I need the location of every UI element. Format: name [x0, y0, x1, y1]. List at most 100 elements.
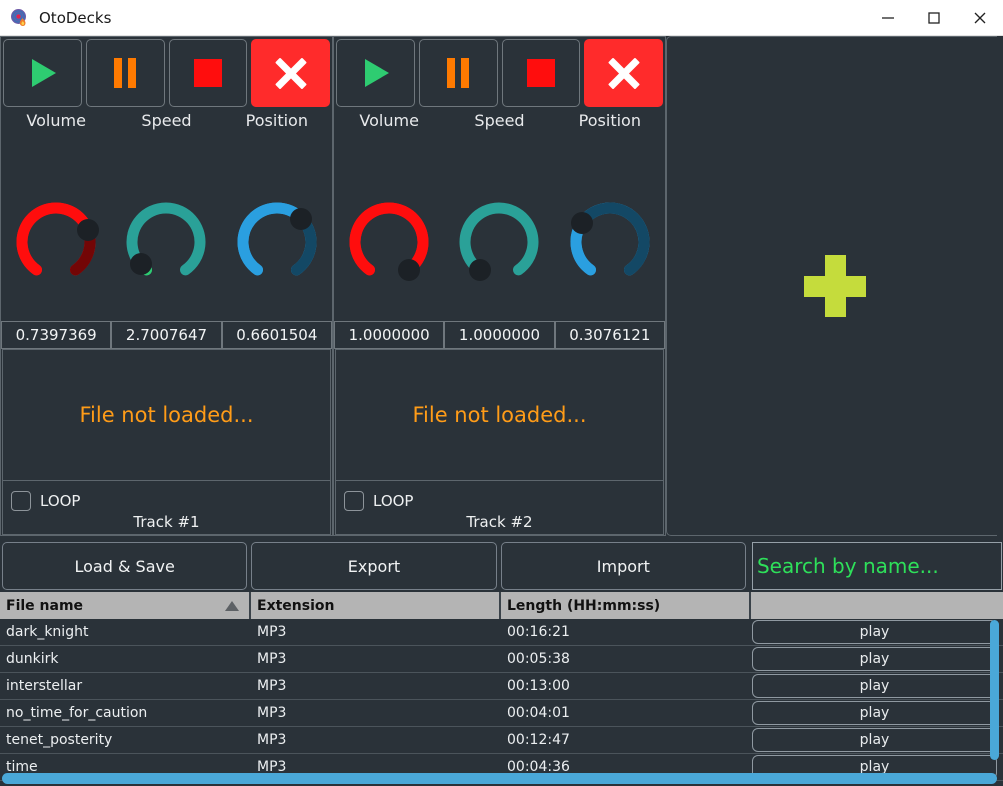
cell-file-name: interstellar	[6, 678, 83, 694]
table-header-row: File name Extension Length (HH:mm:ss)	[0, 592, 1003, 619]
deck-1-transport	[1, 37, 332, 109]
deck-2-stop-button[interactable]	[501, 39, 581, 107]
cell-extension: MP3	[257, 732, 287, 748]
maximize-button[interactable]	[911, 0, 957, 36]
deck-1-play-button[interactable]	[3, 39, 82, 107]
close-x-icon	[607, 56, 641, 90]
deck-2-play-button[interactable]	[336, 39, 415, 107]
import-button[interactable]: Import	[500, 542, 746, 590]
deck-1-loop-toggle[interactable]: LOOP	[11, 491, 80, 511]
cell-length: 00:16:21	[507, 624, 570, 640]
knob-handle[interactable]	[77, 219, 99, 242]
cell-action: play	[751, 619, 1003, 645]
row-play-button[interactable]: play	[752, 647, 997, 671]
deck-1-volume-value[interactable]: 0.7397369	[1, 321, 112, 349]
main-content: Volume Speed Position 0.7397369 2.700764…	[0, 36, 1003, 786]
library-table: File name Extension Length (HH:mm:ss) da…	[0, 592, 1003, 786]
vinyl-record-flame-icon	[10, 8, 30, 28]
table-row[interactable]: interstellar MP3 00:13:00 play	[0, 673, 1003, 700]
deck-2-speed-knob[interactable]	[454, 197, 544, 287]
knob-handle[interactable]	[570, 211, 593, 234]
deck-2-volume-value[interactable]: 1.0000000	[334, 321, 445, 349]
play-icon	[32, 59, 57, 87]
cell-extension: MP3	[257, 624, 287, 640]
knob-handle[interactable]	[468, 258, 491, 281]
search-input[interactable]	[752, 554, 1001, 578]
deck-1-knob-labels: Volume Speed Position	[1, 111, 332, 130]
sort-ascending-icon	[225, 600, 239, 611]
table-vertical-scrollbar[interactable]	[990, 620, 999, 760]
deck-1-position-value[interactable]: 0.6601504	[221, 321, 332, 349]
deck-1-waveform[interactable]: File not loaded...	[2, 349, 331, 481]
deck-2-loop-bar: LOOP Track #2	[335, 481, 664, 535]
deck-1-values: 0.7397369 2.7007647 0.6601504	[1, 321, 332, 349]
deck-1-volume-knob[interactable]	[11, 197, 101, 287]
column-header-length-label: Length (HH:mm:ss)	[507, 597, 661, 614]
cell-extension: MP3	[257, 705, 287, 721]
deck-1-loop-bar: LOOP Track #1	[2, 481, 331, 535]
deck-2-waveform[interactable]: File not loaded...	[335, 349, 664, 481]
deck-2-speed-value[interactable]: 1.0000000	[444, 321, 555, 349]
deck-1-speed-value[interactable]: 2.7007647	[111, 321, 222, 349]
close-x-icon	[274, 56, 308, 90]
export-button[interactable]: Export	[251, 542, 497, 590]
table-row[interactable]: tenet_posterity MP3 00:12:47 play	[0, 727, 1003, 754]
knob-handle[interactable]	[129, 253, 152, 276]
deck-1-track-name: Track #1	[133, 513, 200, 531]
table-row[interactable]: dunkirk MP3 00:05:38 play	[0, 646, 1003, 673]
column-header-file-name-label: File name	[6, 597, 84, 614]
row-play-button[interactable]: play	[752, 620, 997, 644]
deck-2-status-text: File not loaded...	[412, 403, 587, 427]
window-vertical-scrollbar[interactable]	[997, 36, 1003, 536]
deck-1-pause-button[interactable]	[85, 39, 165, 107]
play-icon	[365, 59, 390, 87]
table-horizontal-scrollbar[interactable]	[2, 773, 997, 784]
deck-2-knob-labels: Volume Speed Position	[334, 111, 665, 130]
file-drop-panel[interactable]	[666, 36, 1003, 536]
deck-1-loop-checkbox[interactable]	[11, 491, 31, 511]
minimize-button[interactable]	[865, 0, 911, 36]
cell-length: 00:05:38	[507, 651, 570, 667]
deck-2-loop-toggle[interactable]: LOOP	[344, 491, 413, 511]
stop-icon	[193, 59, 222, 87]
deck-1-stop-button[interactable]	[168, 39, 248, 107]
cell-action: play	[751, 673, 1003, 699]
load-save-button[interactable]: Load & Save	[2, 542, 248, 590]
deck-2-position-knob[interactable]	[565, 197, 655, 287]
cell-file-name: dark_knight	[6, 624, 89, 640]
column-header-length[interactable]: Length (HH:mm:ss)	[501, 592, 751, 619]
deck-2-eject-button[interactable]	[584, 39, 663, 107]
deck-2: Volume Speed Position 1.0000000 1.000000…	[333, 36, 666, 536]
pause-icon	[114, 58, 137, 88]
deck-1-knobs	[1, 197, 332, 287]
search-field[interactable]	[751, 542, 1002, 590]
deck-1-speed-knob[interactable]	[121, 197, 211, 287]
row-play-button[interactable]: play	[752, 674, 997, 698]
column-header-extension[interactable]: Extension	[251, 592, 501, 619]
deck-1-volume-label: Volume	[26, 111, 86, 130]
close-button[interactable]	[957, 0, 1003, 36]
column-header-action[interactable]	[751, 592, 1003, 619]
deck-1-position-knob[interactable]	[232, 197, 322, 287]
knob-handle[interactable]	[397, 258, 420, 281]
knob-handle[interactable]	[290, 207, 313, 230]
deck-2-position-value[interactable]: 0.3076121	[554, 321, 665, 349]
deck-2-pause-button[interactable]	[418, 39, 498, 107]
table-row[interactable]: dark_knight MP3 00:16:21 play	[0, 619, 1003, 646]
table-body: dark_knight MP3 00:16:21 play dunkirk MP3 00:0…	[0, 619, 1003, 781]
otodecks-window: OtoDecks Volume Speed Position 0.7397369…	[0, 0, 1003, 786]
toolbar: Load & Save Export Import	[0, 540, 1003, 592]
cell-action: play	[751, 700, 1003, 726]
plus-icon	[803, 255, 866, 317]
table-row[interactable]: no_time_for_caution MP3 00:04:01 play	[0, 700, 1003, 727]
deck-1-speed-label: Speed	[141, 111, 192, 130]
column-header-file-name[interactable]: File name	[0, 592, 251, 619]
row-play-button[interactable]: play	[752, 728, 997, 752]
deck-2-values: 1.0000000 1.0000000 0.3076121	[334, 321, 665, 349]
cell-action: play	[751, 727, 1003, 753]
deck-1-eject-button[interactable]	[251, 39, 330, 107]
deck-2-volume-knob[interactable]	[344, 197, 434, 287]
deck-2-loop-checkbox[interactable]	[344, 491, 364, 511]
deck-2-transport	[334, 37, 665, 109]
row-play-button[interactable]: play	[752, 701, 997, 725]
